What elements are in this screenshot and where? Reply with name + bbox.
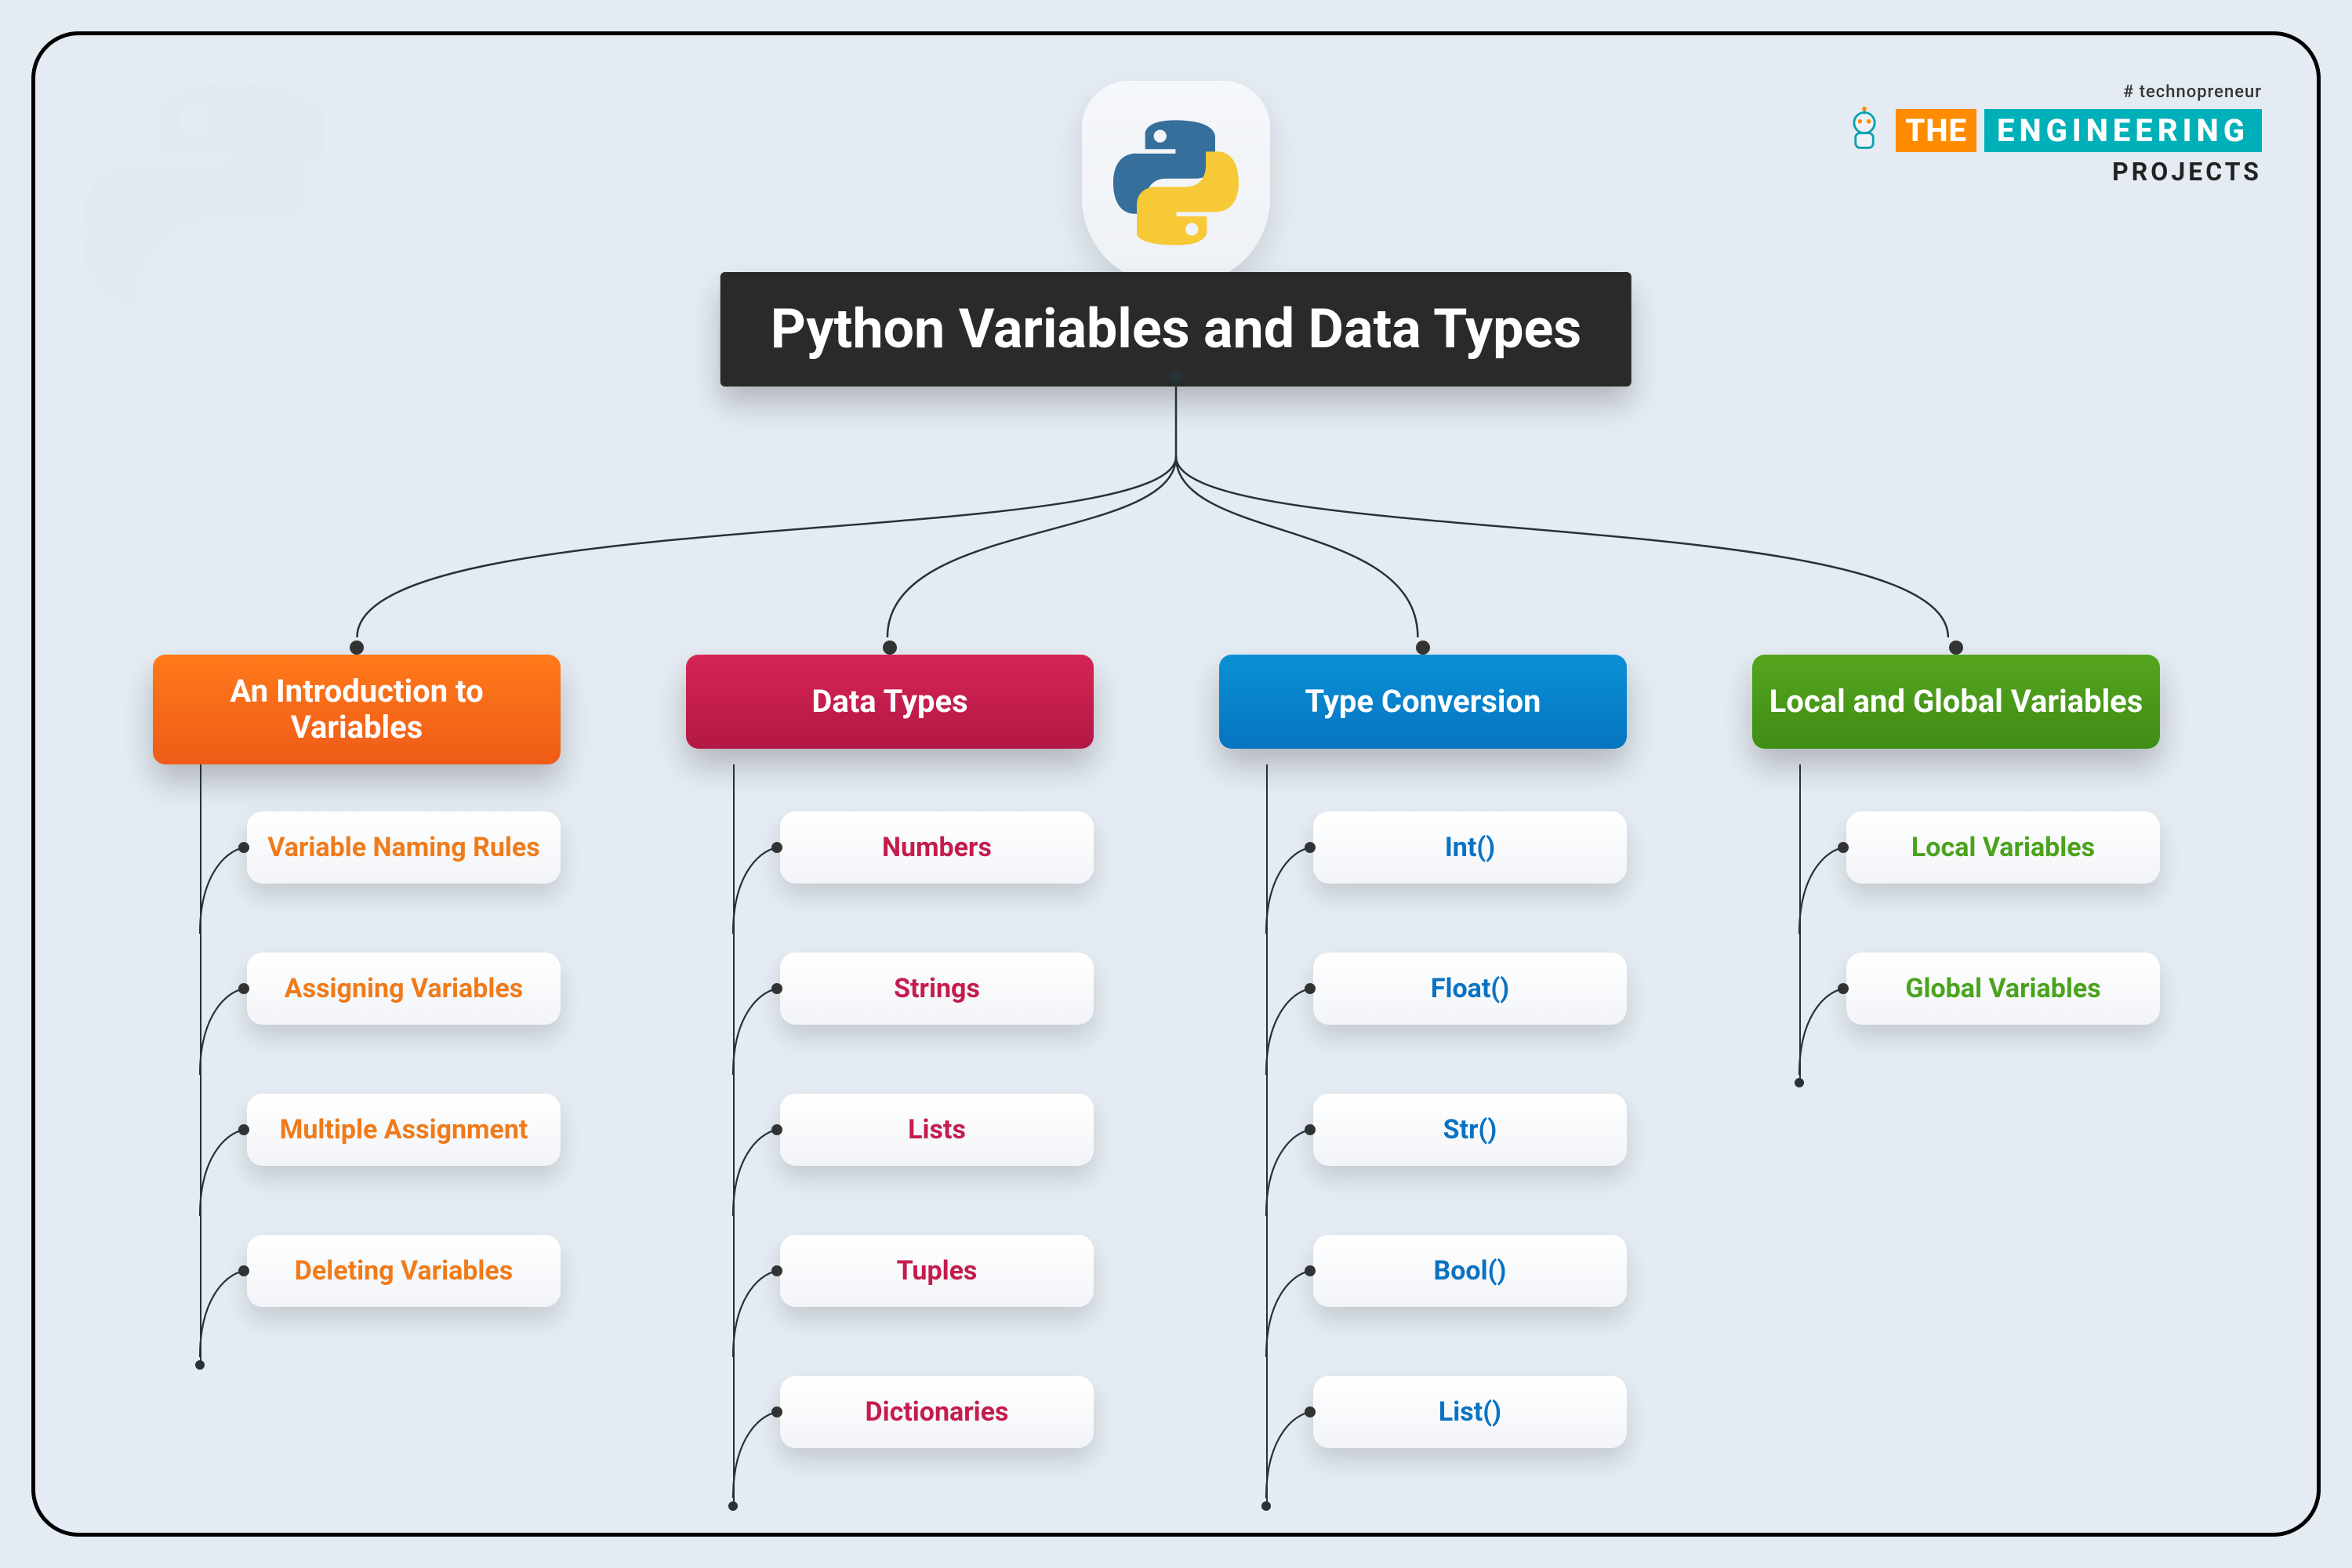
branch-header-typeconv: Type Conversion	[1219, 655, 1627, 749]
branch-typeconv: Type ConversionInt()Float()Str()Bool()Li…	[1219, 655, 1627, 749]
brand-engineering: ENGINEERING	[1984, 109, 2262, 152]
branch-intro: An Introduction to VariablesVariable Nam…	[153, 655, 561, 764]
python-logo-container	[1082, 81, 1270, 285]
brand-block: # technopreneur THE ENGINEERING PROJECTS	[1841, 82, 2262, 187]
branch-header-datatypes: Data Types	[686, 655, 1094, 749]
child-typeconv-1: Float()	[1313, 953, 1627, 1025]
child-typeconv-0: Int()	[1313, 811, 1627, 884]
child-intro-0: Variable Naming Rules	[247, 811, 561, 884]
brand-the: THE	[1896, 109, 1976, 152]
child-scope-0: Local Variables	[1846, 811, 2160, 884]
child-intro-3: Deleting Variables	[247, 1235, 561, 1307]
child-typeconv-3: Bool()	[1313, 1235, 1627, 1307]
branch-header-intro: An Introduction to Variables	[153, 655, 561, 764]
brand-projects: PROJECTS	[1841, 157, 2262, 187]
branch-header-scope: Local and Global Variables	[1752, 655, 2160, 749]
robot-icon	[1841, 107, 1888, 154]
python-logo-icon	[1113, 120, 1239, 245]
child-typeconv-2: Str()	[1313, 1094, 1627, 1166]
child-intro-1: Assigning Variables	[247, 953, 561, 1025]
child-datatypes-2: Lists	[780, 1094, 1094, 1166]
python-watermark-icon	[82, 82, 380, 380]
child-datatypes-1: Strings	[780, 953, 1094, 1025]
child-scope-1: Global Variables	[1846, 953, 2160, 1025]
child-typeconv-4: List()	[1313, 1376, 1627, 1448]
child-datatypes-4: Dictionaries	[780, 1376, 1094, 1448]
diagram-title: Python Variables and Data Types	[720, 272, 1632, 387]
branch-datatypes: Data TypesNumbersStringsListsTuplesDicti…	[686, 655, 1094, 749]
brand-tagline: # technopreneur	[1841, 82, 2262, 102]
child-intro-2: Multiple Assignment	[247, 1094, 561, 1166]
branch-scope: Local and Global VariablesLocal Variable…	[1752, 655, 2160, 749]
child-datatypes-3: Tuples	[780, 1235, 1094, 1307]
diagram-frame: # technopreneur THE ENGINEERING PROJECTS…	[31, 31, 2321, 1537]
child-datatypes-0: Numbers	[780, 811, 1094, 884]
